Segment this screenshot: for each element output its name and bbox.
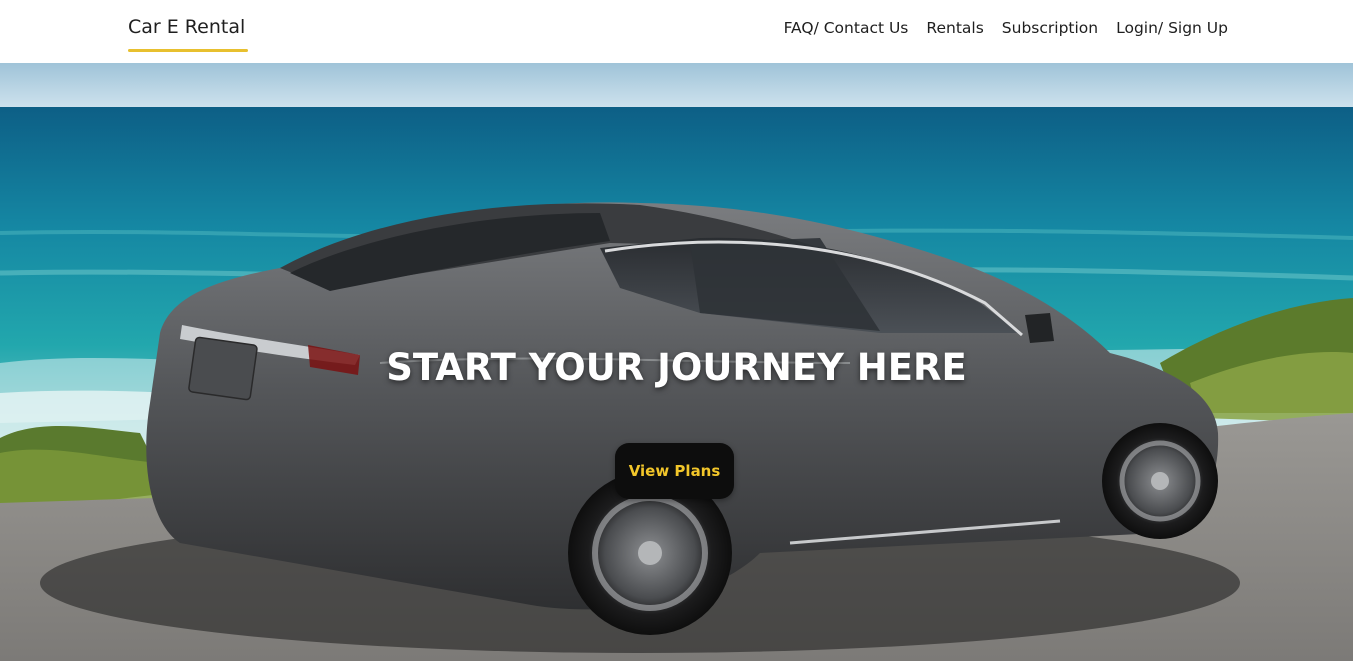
nav-link-login-signup[interactable]: Login/ Sign Up [1116, 19, 1228, 37]
nav-link-subscription[interactable]: Subscription [1002, 19, 1098, 37]
brand-underline [128, 49, 248, 52]
nav-links: FAQ/ Contact Us Rentals Subscription Log… [784, 19, 1228, 37]
view-plans-button[interactable]: View Plans [615, 443, 734, 499]
top-navbar: Car E Rental FAQ/ Contact Us Rentals Sub… [0, 0, 1353, 63]
brand-logo-link[interactable]: Car E Rental [128, 16, 245, 38]
hero-section: START YOUR JOURNEY HERE View Plans [0, 63, 1353, 661]
nav-link-rentals[interactable]: Rentals [926, 19, 983, 37]
hero-headline: START YOUR JOURNEY HERE [386, 346, 967, 389]
nav-link-faq-contact[interactable]: FAQ/ Contact Us [784, 19, 909, 37]
